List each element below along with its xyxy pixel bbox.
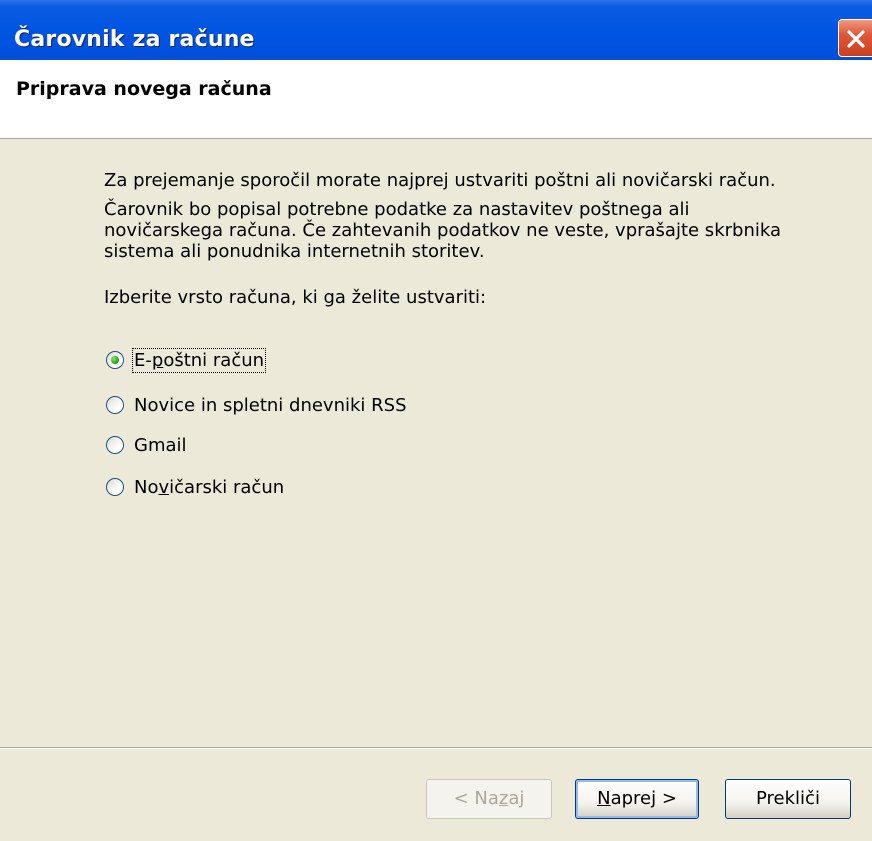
radio-newsgroup-account[interactable]: Novičarski račun	[106, 474, 284, 500]
cancel-button[interactable]: Prekliči	[725, 779, 851, 819]
description-line: novičarskega računa. Če zahtevanih podat…	[104, 220, 781, 241]
button-divider	[0, 747, 872, 749]
intro-text: Za prejemanje sporočil morate najprej us…	[104, 170, 776, 191]
radio-button[interactable]	[106, 436, 124, 454]
choose-type-label: Izberite vrsto računa, ki ga želite ustv…	[104, 287, 487, 308]
description-line: Čarovnik bo popisal potrebne podatke za …	[104, 199, 690, 220]
wizard-content: Za prejemanje sporočil morate najprej us…	[0, 139, 872, 747]
radio-gmail-account[interactable]: Gmail	[106, 432, 187, 458]
description-line: sistema ali ponudnika internetnih storit…	[104, 241, 485, 262]
radio-label: Novičarski račun	[134, 476, 285, 498]
account-wizard-window: Čarovnik za račune Priprava novega račun…	[0, 0, 872, 841]
back-button[interactable]: < Nazaj	[426, 779, 552, 819]
radio-button[interactable]	[106, 478, 124, 496]
close-button[interactable]	[838, 19, 872, 57]
radio-label: Gmail	[134, 434, 187, 456]
wizard-header: Priprava novega računa	[0, 60, 872, 139]
radio-button[interactable]	[106, 351, 124, 369]
radio-email-account[interactable]: E-poštni račun	[106, 347, 267, 373]
radio-label: Novice in spletni dnevniki RSS	[134, 394, 407, 416]
next-button[interactable]: Naprej >	[575, 779, 699, 819]
close-icon	[847, 30, 865, 48]
radio-rss-account[interactable]: Novice in spletni dnevniki RSS	[106, 392, 407, 418]
radio-label: E-poštni račun	[131, 347, 267, 373]
radio-button[interactable]	[106, 396, 124, 414]
page-heading: Priprava novega računa	[16, 78, 272, 100]
description-text: Čarovnik bo popisal potrebne podatke za …	[104, 199, 824, 262]
